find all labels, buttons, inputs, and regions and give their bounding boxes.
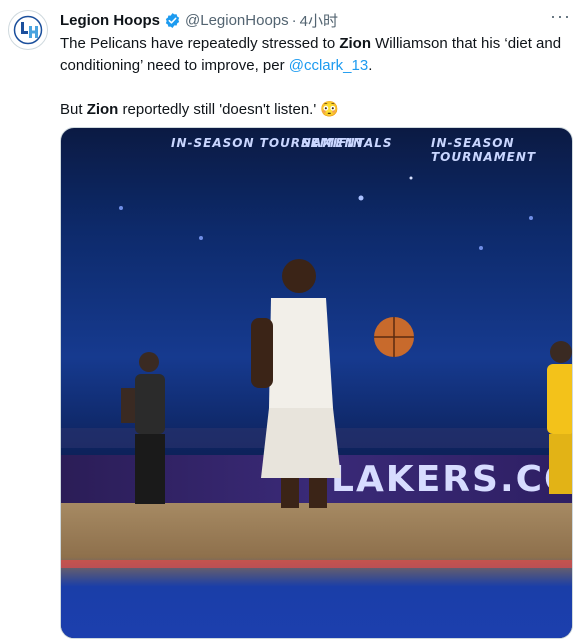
author-name[interactable]: Legion Hoops	[60, 12, 160, 29]
tweet-paragraph-2: But Zion reportedly still 'doesn't liste…	[60, 99, 575, 121]
more-options-button[interactable]: ···	[550, 6, 571, 27]
author-handle[interactable]: @LegionHoops	[185, 12, 289, 29]
basketball	[374, 317, 414, 357]
text-segment: The Pelicans have repeatedly stressed to	[60, 35, 340, 52]
keyword-highlight: Zion	[86, 101, 119, 118]
opponent-figure	[547, 341, 572, 494]
verified-badge-icon	[164, 12, 181, 29]
mention-link[interactable]: @cclark_13	[289, 57, 368, 74]
text-segment: reportedly still 'doesn't listen.' 😳	[118, 101, 340, 118]
court-sign-text: LAKERS.CO	[331, 459, 573, 500]
tweet-text: The Pelicans have repeatedly stressed to…	[60, 33, 575, 121]
banner-center: SEMIFINALS	[301, 136, 393, 150]
header-separator: ·	[291, 11, 297, 29]
court-stripe	[61, 560, 572, 568]
text-segment: But	[60, 101, 87, 118]
tweet-paragraph-1: The Pelicans have repeatedly stressed to…	[60, 33, 575, 77]
referee-figure	[121, 352, 165, 504]
keyword-highlight: Zion	[339, 35, 371, 52]
tweet-video[interactable]: IN-SEASON TOURNAMENT SEMIFINALS IN-SEASO…	[60, 127, 573, 639]
avatar[interactable]	[8, 10, 48, 50]
legion-hoops-logo	[13, 15, 43, 45]
text-segment: .	[368, 57, 373, 74]
player-figure	[251, 259, 341, 508]
tweet-header: Legion Hoops @LegionHoops · 4小时	[60, 10, 571, 30]
tweet-time[interactable]: 4小时	[300, 10, 338, 31]
